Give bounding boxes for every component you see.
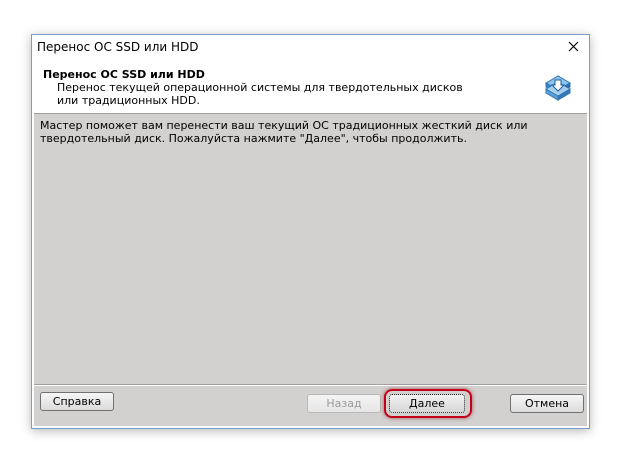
- window-title: Перенос ОС SSD или HDD: [37, 40, 199, 54]
- close-button[interactable]: [558, 35, 588, 58]
- wizard-header: Перенос ОС SSD или HDD Перенос текущей о…: [34, 63, 587, 111]
- cancel-button[interactable]: Отмена: [510, 394, 584, 413]
- migration-wizard-window: Перенос ОС SSD или HDD Перенос ОС SSD ил…: [31, 34, 590, 429]
- next-button[interactable]: Далее: [389, 394, 465, 413]
- header-title: Перенос ОС SSD или HDD: [43, 68, 205, 81]
- close-icon: [568, 41, 579, 52]
- wizard-content: Мастер поможет вам перенести ваш текущий…: [34, 113, 587, 426]
- help-button[interactable]: Справка: [40, 392, 114, 411]
- intro-text: Мастер поможет вам перенести ваш текущий…: [40, 119, 528, 145]
- disk-migration-icon: [545, 75, 571, 101]
- button-separator: [34, 384, 587, 386]
- back-button[interactable]: Назад: [307, 394, 381, 413]
- title-bar: Перенос ОС SSD или HDD: [32, 35, 589, 59]
- header-description: Перенос текущей операционной системы для…: [57, 81, 463, 107]
